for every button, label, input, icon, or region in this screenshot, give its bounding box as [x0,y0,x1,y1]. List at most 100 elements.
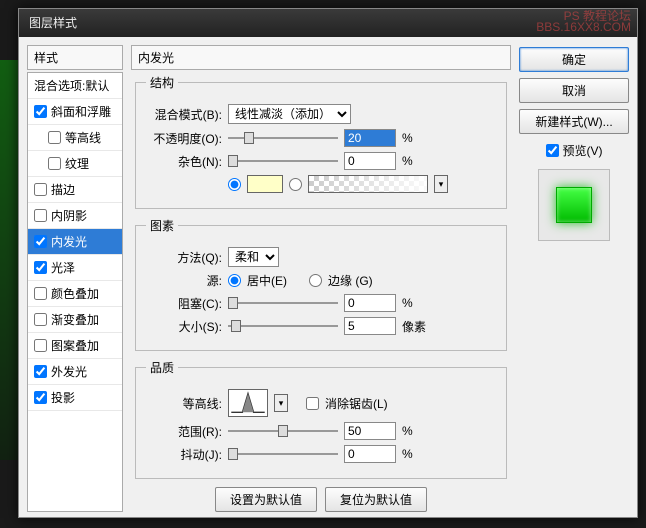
style-checkbox-9[interactable] [34,313,47,326]
style-label-12: 投影 [51,389,75,406]
style-item-2[interactable]: 等高线 [28,125,122,151]
style-label-8: 颜色叠加 [51,285,99,302]
opacity-slider[interactable] [228,131,338,145]
style-item-5[interactable]: 内阴影 [28,203,122,229]
antialias-checkbox[interactable] [306,397,319,410]
range-label: 范围(R): [146,423,222,440]
style-item-8[interactable]: 颜色叠加 [28,281,122,307]
blend-mode-label: 混合模式(B): [146,106,222,123]
new-style-button[interactable]: 新建样式(W)... [519,109,629,134]
right-panel: 确定 取消 新建样式(W)... 预览(V) [519,45,629,509]
ok-button[interactable]: 确定 [519,47,629,72]
method-select[interactable]: 柔和 [228,247,279,267]
opacity-input[interactable] [344,129,396,147]
style-checkbox-4[interactable] [34,183,47,196]
dialog-title: 图层样式 [29,16,77,30]
size-label: 大小(S): [146,318,222,335]
style-checkbox-8[interactable] [34,287,47,300]
quality-group: 品质 等高线: ▾ 消除锯齿(L) 范围(R): % [135,359,507,479]
cancel-button[interactable]: 取消 [519,78,629,103]
style-label-4: 描边 [51,181,75,198]
style-checkbox-12[interactable] [34,391,47,404]
gradient-radio[interactable] [289,178,302,191]
style-label-3: 纹理 [65,155,89,172]
style-item-4[interactable]: 描边 [28,177,122,203]
structure-group: 结构 混合模式(B): 线性减淡（添加） 不透明度(O): % 杂色(N): % [135,74,507,209]
jitter-input[interactable] [344,445,396,463]
set-default-button[interactable]: 设置为默认值 [215,487,317,512]
style-label-6: 内发光 [51,233,87,250]
gradient-dropdown-icon[interactable]: ▾ [434,175,448,193]
style-checkbox-2[interactable] [48,131,61,144]
style-checkbox-7[interactable] [34,261,47,274]
jitter-unit: % [402,447,426,461]
style-item-6[interactable]: 内发光 [28,229,122,255]
quality-legend: 品质 [146,359,178,376]
blend-mode-select[interactable]: 线性减淡（添加） [228,104,351,124]
noise-input[interactable] [344,152,396,170]
noise-slider[interactable] [228,154,338,168]
choke-label: 阻塞(C): [146,295,222,312]
range-input[interactable] [344,422,396,440]
jitter-slider[interactable] [228,447,338,461]
contour-label: 等高线: [146,395,222,412]
color-swatch[interactable] [247,175,283,193]
choke-input[interactable] [344,294,396,312]
preview-box [538,169,610,241]
source-center-label: 居中(E) [247,272,287,289]
contour-swatch[interactable] [228,389,268,417]
style-label-0: 混合选项:默认 [34,77,109,94]
source-center-radio[interactable] [228,274,241,287]
style-checkbox-5[interactable] [34,209,47,222]
style-label-11: 外发光 [51,363,87,380]
titlebar[interactable]: 图层样式 PS 教程论坛BBS.16XX8.COM [19,9,637,37]
styles-panel: 样式 混合选项:默认斜面和浮雕等高线纹理描边内阴影内发光光泽颜色叠加渐变叠加图案… [27,45,123,509]
size-unit: 像素 [402,318,426,335]
range-slider[interactable] [228,424,338,438]
antialias-label: 消除锯齿(L) [325,395,388,412]
style-item-9[interactable]: 渐变叠加 [28,307,122,333]
watermark: PS 教程论坛BBS.16XX8.COM [536,11,631,33]
preview-square-icon [556,187,592,223]
style-checkbox-10[interactable] [34,339,47,352]
contour-dropdown-icon[interactable]: ▾ [274,394,288,412]
color-radio[interactable] [228,178,241,191]
source-edge-label: 边缘 (G) [328,272,373,289]
preview-label: 预览(V) [563,142,603,159]
style-item-11[interactable]: 外发光 [28,359,122,385]
style-label-2: 等高线 [65,129,101,146]
style-checkbox-3[interactable] [48,157,61,170]
source-edge-radio[interactable] [309,274,322,287]
style-item-7[interactable]: 光泽 [28,255,122,281]
range-unit: % [402,424,426,438]
style-label-10: 图案叠加 [51,337,99,354]
style-checkbox-1[interactable] [34,105,47,118]
center-panel: 内发光 结构 混合模式(B): 线性减淡（添加） 不透明度(O): % 杂色(N… [131,45,511,509]
style-item-0[interactable]: 混合选项:默认 [28,73,122,99]
opacity-unit: % [402,131,426,145]
size-input[interactable] [344,317,396,335]
jitter-label: 抖动(J): [146,446,222,463]
style-item-10[interactable]: 图案叠加 [28,333,122,359]
style-label-5: 内阴影 [51,207,87,224]
style-checkbox-11[interactable] [34,365,47,378]
choke-slider[interactable] [228,296,338,310]
preview-checkbox[interactable] [546,144,559,157]
reset-default-button[interactable]: 复位为默认值 [325,487,427,512]
size-slider[interactable] [228,319,338,333]
style-item-12[interactable]: 投影 [28,385,122,411]
styles-list: 混合选项:默认斜面和浮雕等高线纹理描边内阴影内发光光泽颜色叠加渐变叠加图案叠加外… [27,72,123,512]
style-item-3[interactable]: 纹理 [28,151,122,177]
style-label-7: 光泽 [51,259,75,276]
source-label: 源: [146,272,222,289]
layer-style-dialog: 图层样式 PS 教程论坛BBS.16XX8.COM 样式 混合选项:默认斜面和浮… [18,8,638,518]
choke-unit: % [402,296,426,310]
gradient-swatch[interactable] [308,175,428,193]
method-label: 方法(Q): [146,249,222,266]
noise-unit: % [402,154,426,168]
opacity-label: 不透明度(O): [146,130,222,147]
style-checkbox-6[interactable] [34,235,47,248]
elements-group: 图素 方法(Q): 柔和 源: 居中(E) 边缘 (G) 阻塞(C): [135,217,507,351]
structure-legend: 结构 [146,74,178,91]
style-item-1[interactable]: 斜面和浮雕 [28,99,122,125]
